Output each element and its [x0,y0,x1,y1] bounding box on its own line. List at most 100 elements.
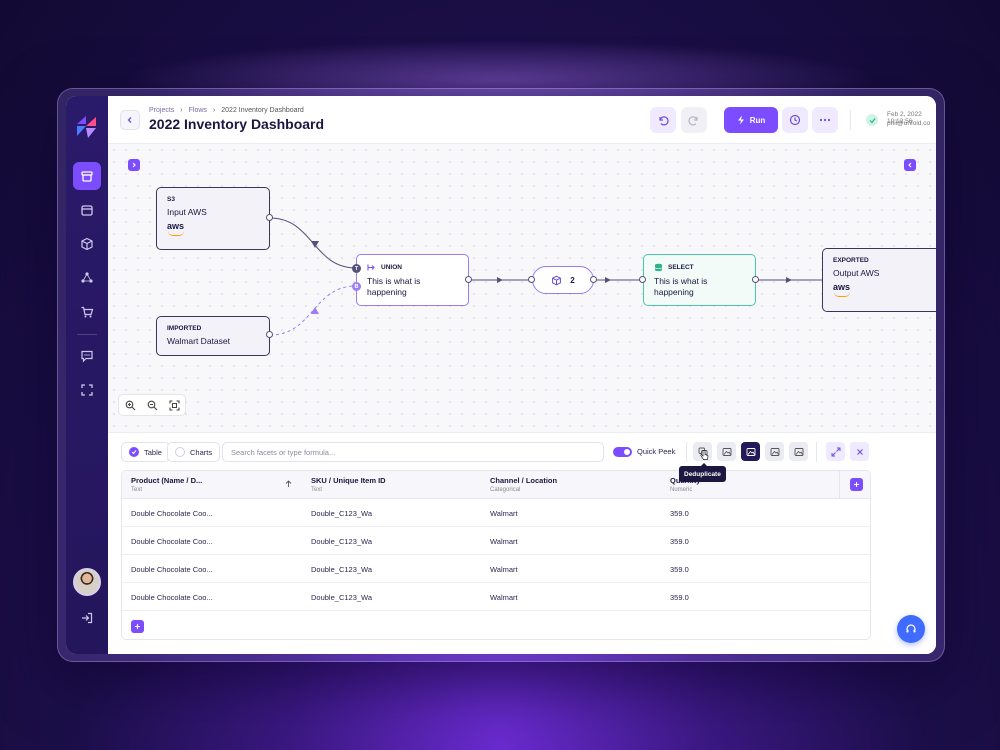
table-cell: Double_C123_Wa [311,509,373,518]
history-button[interactable] [782,107,808,133]
node-union[interactable]: UNION This is what is happening [356,254,469,306]
node-walmart-dataset[interactable]: IMPORTED Walmart Dataset [156,316,270,356]
flow-canvas[interactable]: S3 Input AWS aws IMPORTED Walmart Datase… [108,144,936,432]
logout-button[interactable] [73,604,101,632]
add-column-button[interactable] [850,478,863,491]
plus-icon [854,482,859,487]
dataset-count: 2 [570,275,575,285]
image-tool-button[interactable] [789,442,808,461]
column-type: Text [311,487,323,493]
input-port[interactable] [528,276,535,283]
table-cell: 359.0 [670,565,689,574]
redo-button[interactable] [681,107,707,133]
input-port[interactable] [639,276,646,283]
search-input[interactable]: Search facets or type formula... [222,442,604,462]
add-row-button[interactable] [131,620,144,633]
merge-icon [367,264,375,271]
breadcrumb-flows[interactable]: Flows [189,107,207,114]
node-title: Input AWS [167,207,207,217]
divider [816,442,817,462]
breadcrumb-projects[interactable]: Projects [149,107,174,114]
output-port[interactable] [266,331,273,338]
table-cell: 359.0 [670,509,689,518]
column-header[interactable]: SKU / Unique Item ID Text [311,476,386,493]
zoom-controls [118,394,186,416]
avatar[interactable] [73,568,101,596]
image-tool-button-active[interactable] [741,442,760,461]
sidebar-item-messages[interactable] [73,342,101,370]
table-row[interactable]: Double Chocolate Coo... Double_C123_Wa W… [122,499,870,527]
sidebar-item-cube[interactable] [73,230,101,258]
cube-icon [81,237,93,251]
tab-table[interactable]: Table [121,442,170,462]
node-output-aws[interactable]: EXPORTED Output AWS aws [822,248,936,312]
image-icon [746,447,755,456]
table-cell: 359.0 [670,593,689,602]
image-tool-button[interactable] [717,442,736,461]
back-button[interactable] [120,110,140,130]
sidebar-item-cart[interactable] [73,298,101,326]
undo-icon [659,116,669,126]
column-name: Product (Name / D... [131,476,203,485]
table-row[interactable]: Double Chocolate Coo... Double_C123_Wa W… [122,527,870,555]
table-row[interactable]: Double Chocolate Coo... Double_C123_Wa W… [122,583,870,611]
node-title: This is what is happening [367,276,421,297]
column-type: Numeric [670,487,693,493]
table-cell: Double Chocolate Coo... [131,565,213,574]
more-button[interactable] [812,107,838,133]
column-header[interactable]: Channel / Location Categorical [490,476,557,493]
logo-icon [77,116,96,138]
column-header[interactable]: Product (Name / D... Text [131,476,202,493]
table-cell: 359.0 [670,537,689,546]
fit-view-icon[interactable] [168,399,180,411]
node-select[interactable]: SELECT This is what is happening [643,254,756,306]
status-email: phil@unfold.co [887,120,931,127]
sort-arrow-icon[interactable] [285,480,292,488]
quick-peek-toggle[interactable] [613,447,632,457]
node-dataset-count[interactable]: 2 [532,266,594,294]
image-icon [794,447,803,456]
expand-panel-button[interactable] [826,442,845,461]
port-bottom-badge[interactable]: B [352,282,361,291]
image-tool-button[interactable] [765,442,784,461]
tab-charts[interactable]: Charts [167,442,221,462]
table-cell: Double_C123_Wa [311,593,373,602]
tab-table-label: Table [144,447,162,457]
output-port[interactable] [752,276,759,283]
cube-icon [552,275,562,285]
sidebar-item-network[interactable] [73,264,101,292]
select-type-text: SELECT [668,264,694,271]
table-cell: Walmart [490,509,518,518]
sidebar-item-fullscreen[interactable] [73,376,101,404]
undo-button[interactable] [650,107,676,133]
aws-logo: aws [167,221,189,236]
deduplicate-tooltip: Deduplicate [679,463,726,482]
check-icon [129,447,139,457]
help-button[interactable] [897,615,925,643]
zoom-out-icon[interactable] [147,400,158,411]
table-cell: Double_C123_Wa [311,537,373,546]
sidebar-item-calendar[interactable] [73,196,101,224]
table-row[interactable]: Double Chocolate Coo... Double_C123_Wa W… [122,555,870,583]
output-port[interactable] [266,214,273,221]
output-port[interactable] [590,276,597,283]
output-port[interactable] [465,276,472,283]
table-cell: Double Chocolate Coo... [131,537,213,546]
node-input-aws[interactable]: S3 Input AWS aws [156,187,270,250]
check-icon [869,117,875,123]
sidebar-item-archive[interactable] [73,162,101,190]
breadcrumb: Projects › Flows › 2022 Inventory Dashbo… [149,107,304,114]
run-button[interactable]: Run [724,107,778,133]
image-icon [722,447,731,456]
port-top-badge[interactable]: T [352,264,361,273]
node-title: This is what is happening [654,276,708,297]
more-icon [819,118,831,122]
database-icon [654,263,663,272]
sidebar-divider [77,334,97,335]
close-panel-button[interactable] [850,442,869,461]
archive-icon [81,171,93,182]
node-type-label: EXPORTED [833,257,869,264]
column-type: Text [131,487,143,493]
table-cell: Walmart [490,593,518,602]
zoom-in-icon[interactable] [125,400,136,411]
